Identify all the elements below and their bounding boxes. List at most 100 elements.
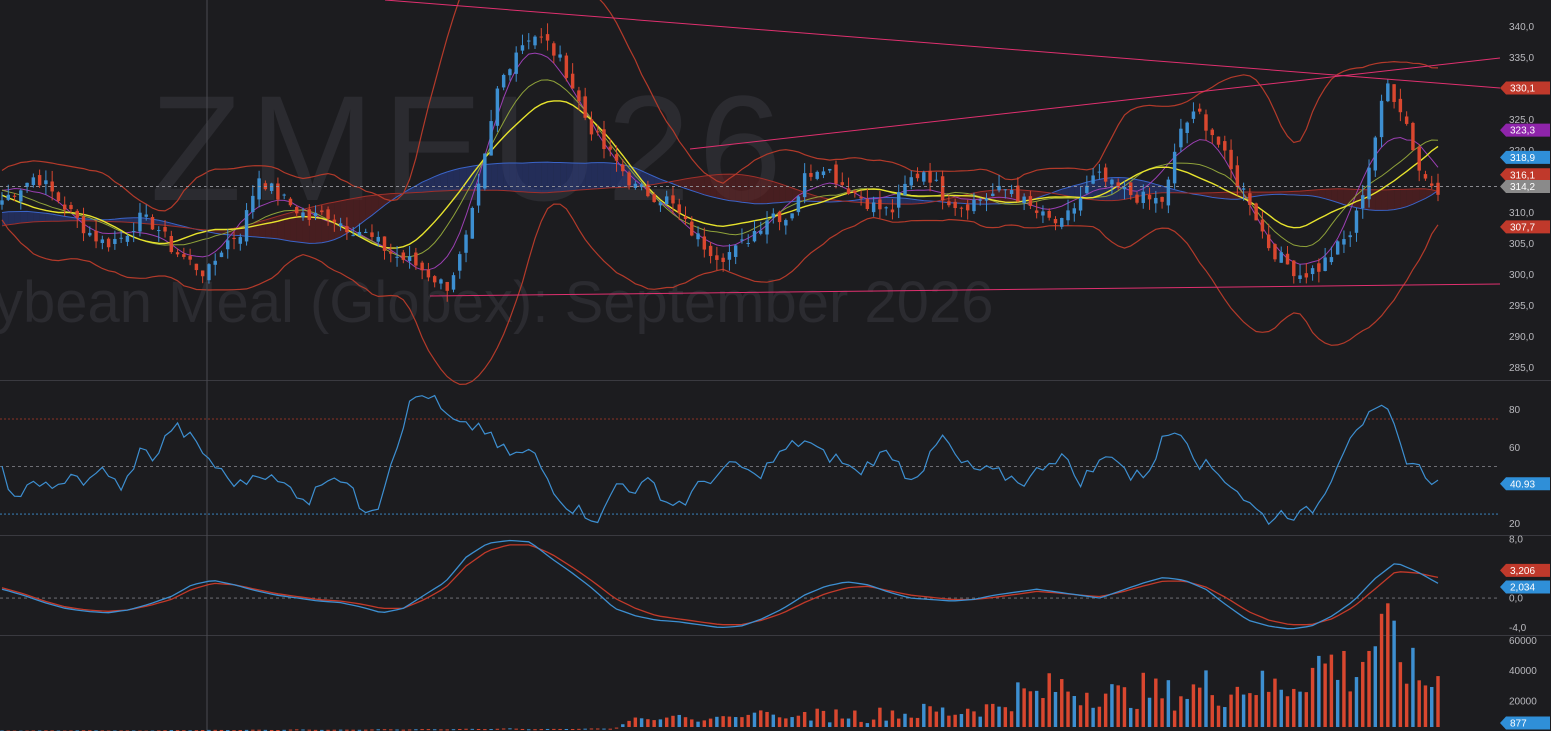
cloud-segment [353,197,360,230]
volume-bar [984,704,989,727]
volume-bar [708,718,713,727]
candle-body [984,198,989,201]
cloud-segment [453,168,460,191]
volume-bar [1034,690,1039,727]
volume-bar [1323,663,1327,727]
volume-bar [652,720,656,727]
volume-bar [1041,698,1045,727]
volume-bar [802,711,807,727]
volume-bar [1373,646,1378,727]
cloud-segment [447,170,454,191]
volume-badge: 877 [1500,716,1550,730]
candle-body [1248,193,1252,206]
volume-bar [370,729,374,731]
volume-bar [420,729,424,731]
volume-bar [1072,696,1077,727]
volume-bar [1354,677,1359,727]
volume-bar [595,728,600,730]
cloud-segment [886,197,893,204]
trendline-rising [689,57,1501,150]
volume-bar [664,717,669,727]
cloud-segment [754,176,761,204]
candle-body [972,199,976,212]
volume-bar [1241,694,1246,727]
volume-bar [1110,684,1114,727]
cloud-segment [45,213,53,222]
rsi-tick-label: 20 [1509,519,1521,530]
volume-bar [1379,613,1384,727]
macd-panel[interactable] [0,539,1500,630]
candle-body [740,239,744,241]
rsi-panel[interactable] [0,394,1500,526]
candle-body [81,216,86,234]
candle-body [627,172,631,186]
candle-body [790,213,794,219]
candle-body [796,196,801,213]
candle-body [577,90,581,102]
volume-bar [1179,696,1183,727]
candle-body [426,269,431,278]
volume-bar [1392,620,1396,727]
volume-bar [376,729,380,731]
candle-body [1430,183,1434,186]
volume-bar [1028,691,1033,727]
price-tick-label: 340,0 [1509,22,1534,33]
volume-bar [690,719,694,727]
price-axis[interactable]: 340,0335,0330,0325,0320,0315,0310,0305,0… [1500,22,1550,730]
candle-body [658,202,663,206]
cloud-segment [748,175,755,204]
candle-body [75,210,79,218]
candle-body [44,180,48,185]
candle-body [865,199,870,210]
volume-bar [953,714,957,727]
candle-body [131,231,136,233]
cloud-segment [986,190,993,205]
candle-body [671,195,675,204]
volume-bar [1367,650,1371,727]
volume-bar [784,718,788,727]
cloud-segment [271,216,278,239]
candle-body [226,240,230,250]
volume-bar [746,714,750,727]
cloud-segment [1337,188,1344,205]
watermark-name: ybean Meal (Globex): September 2026 [0,270,993,335]
candle-body [1022,196,1026,204]
candle-body [759,230,763,234]
candle-body [414,252,418,266]
candle-body [1078,197,1083,211]
cloud-segment [547,162,554,193]
volume-bar [295,729,299,731]
price-badge-4-text: 314,2 [1510,182,1535,193]
candle-body [376,236,380,242]
cloud-segment [1224,192,1232,200]
volume-bar [884,720,888,727]
trading-chart[interactable]: ZMEU26 ybean Meal (Globex): September 20… [0,0,1551,731]
candle-body [690,221,694,236]
candle-body [483,153,487,189]
volume-bar [470,728,475,730]
volume-bar [552,728,556,730]
candle-body [1279,252,1283,263]
volume-bar [1248,693,1252,727]
candle-body [1147,194,1152,200]
volume-bar [871,719,876,727]
candle-body [564,55,569,78]
candle-body [595,131,600,133]
volume-bar [458,728,462,730]
candle-body [871,202,876,213]
volume-bar [432,729,437,731]
volume-bar [1078,705,1083,727]
candle-body [664,196,669,205]
candle-body [633,183,638,188]
volume-bar [677,714,681,727]
volume-bar [1085,692,1089,727]
price-badge-0: 330,1 [1500,81,1550,95]
candle-body [928,170,932,183]
volume-panel[interactable] [0,603,1440,731]
candle-body [251,195,255,213]
price-badge-5-text: 307,7 [1510,222,1535,233]
candle-body [1229,149,1233,170]
candle-body [464,234,468,253]
volume-bar [1160,698,1164,727]
price-badge-4: 314,2 [1500,180,1550,194]
